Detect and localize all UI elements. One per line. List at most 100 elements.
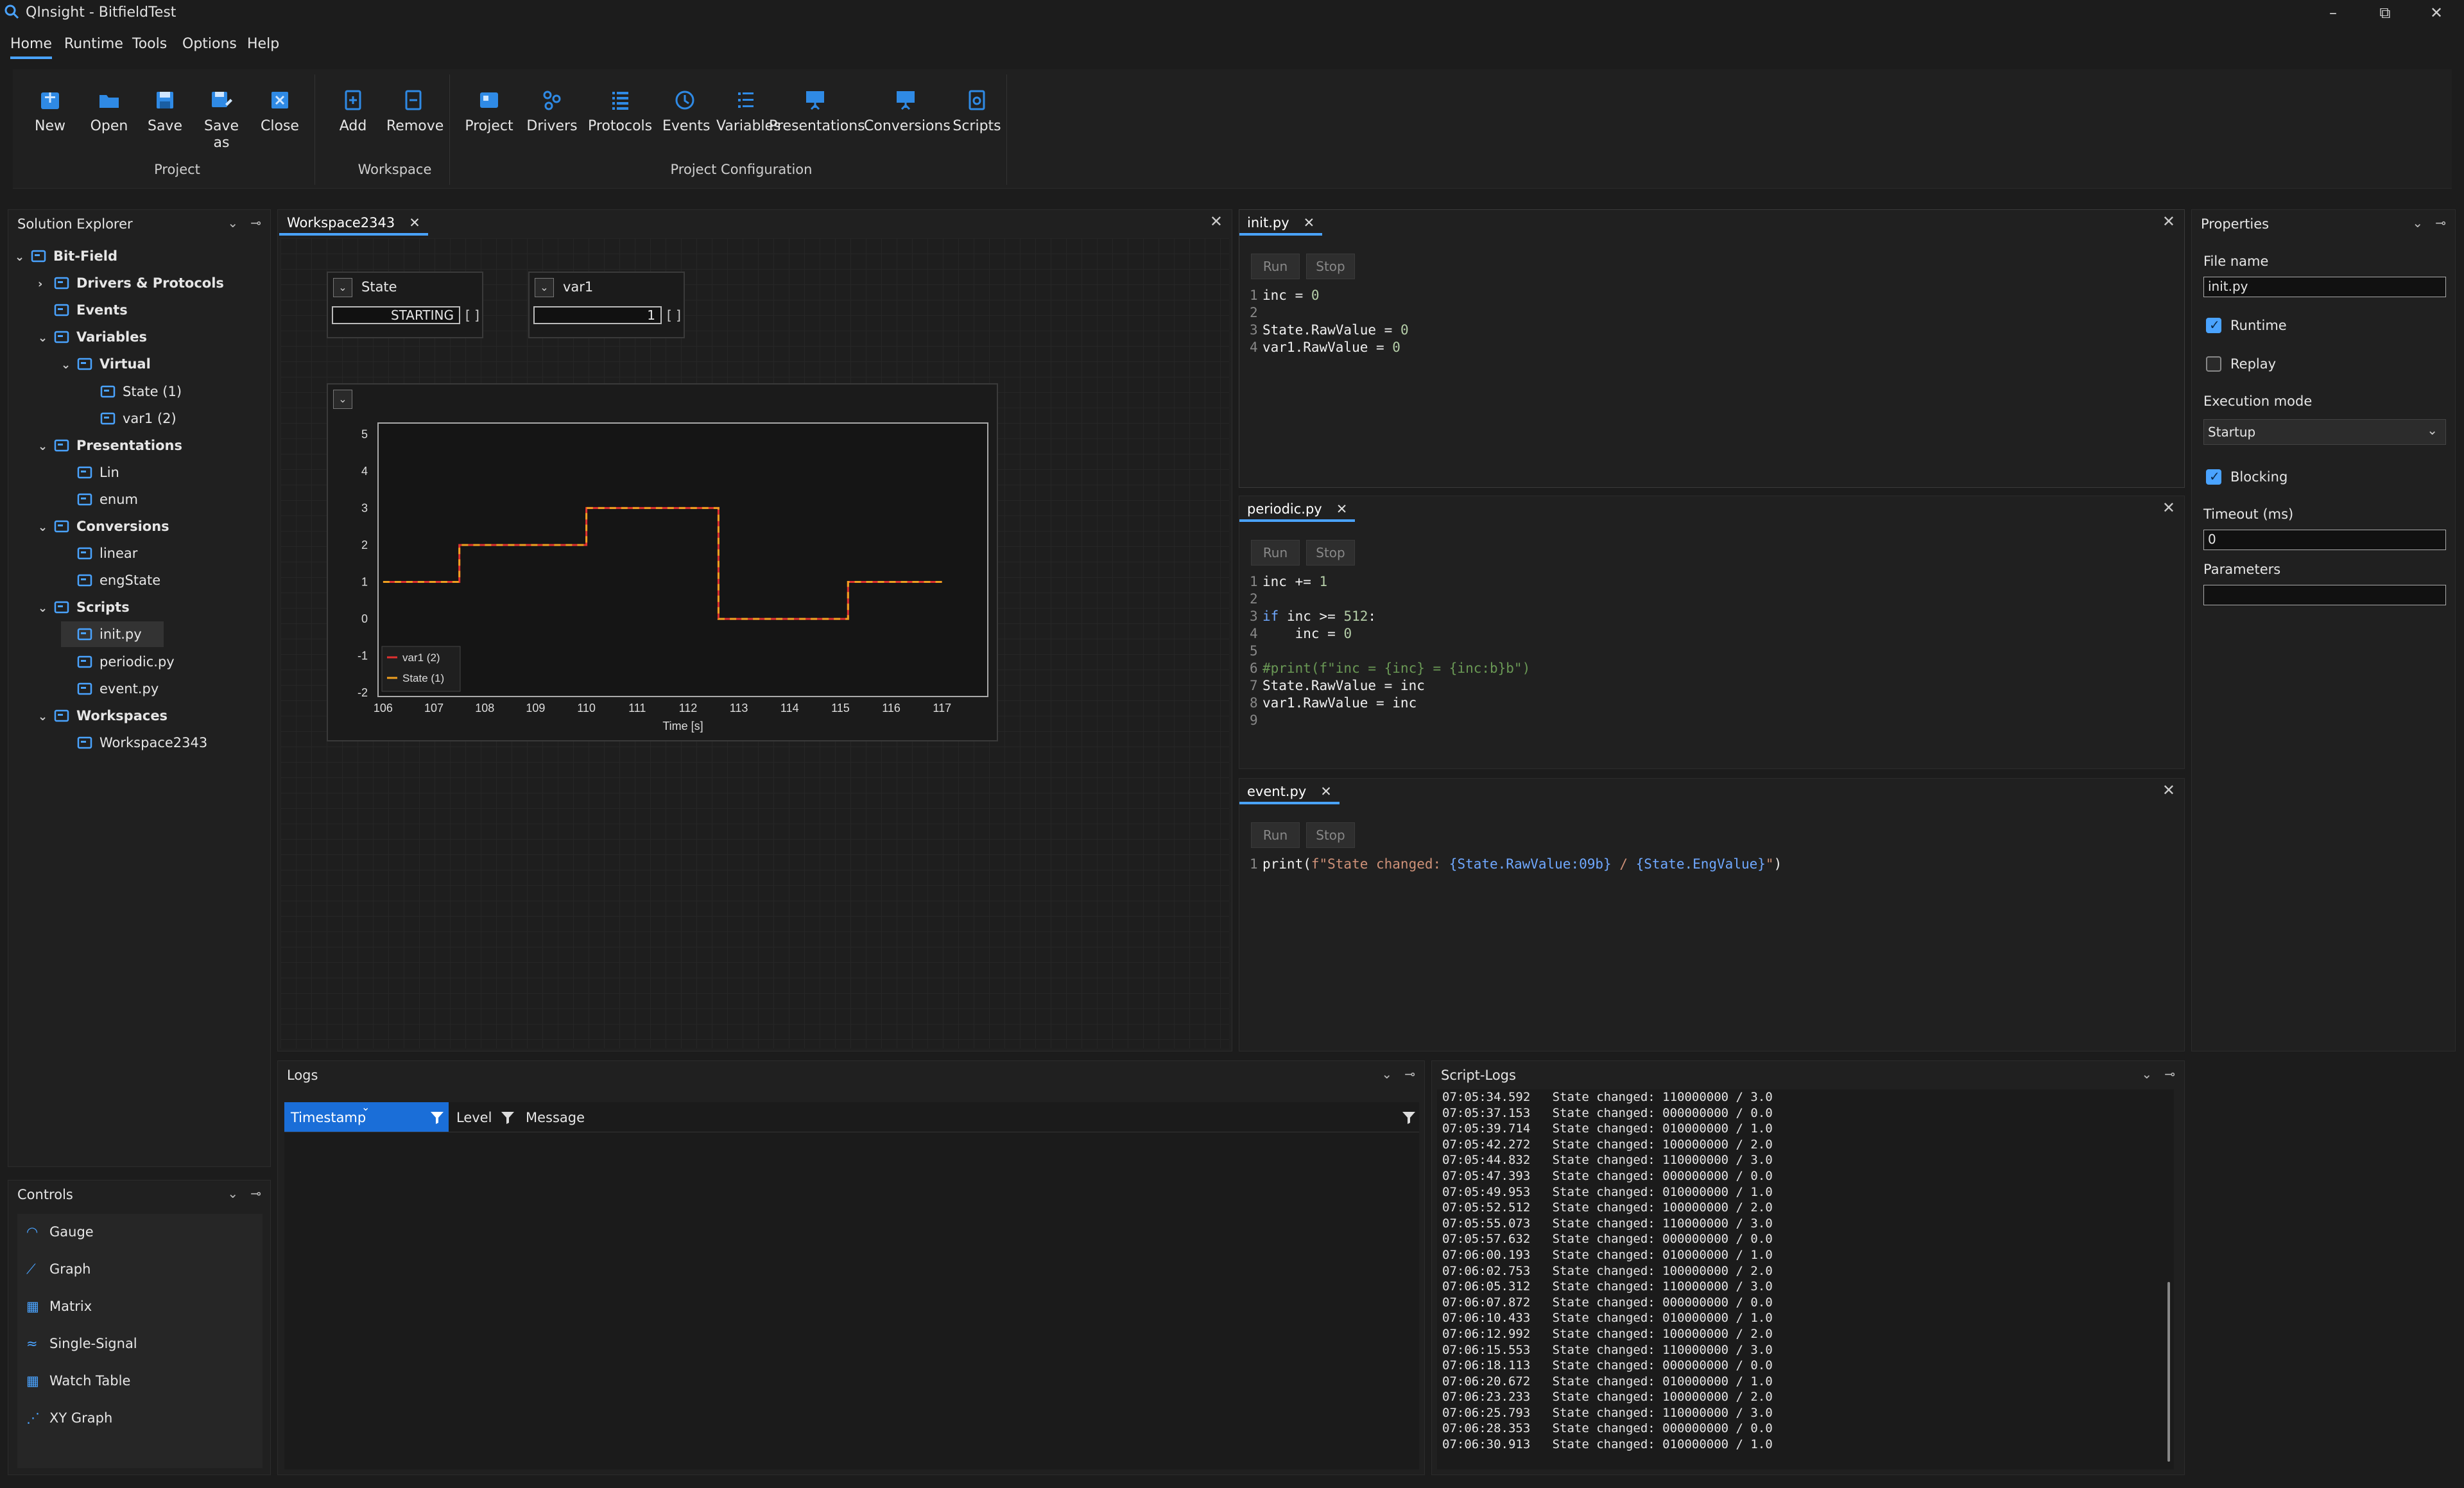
menu-options[interactable]: Options [182,30,237,59]
chevron-down-icon[interactable]: ⌄ [227,215,238,230]
tree-item-variables[interactable]: ⌄ Variables [38,324,147,350]
scripts-button[interactable]: Scripts [952,89,1001,134]
tree-item-virtual[interactable]: ⌄ Virtual [61,351,151,377]
pin-icon[interactable]: ⊸ [2164,1066,2175,1082]
chevron-right-icon[interactable]: › [38,272,53,297]
filter-icon[interactable] [500,1110,515,1125]
close-panel-icon[interactable]: ✕ [1210,212,1223,230]
tree-item-periodic-py[interactable]: periodic.py [61,649,175,675]
minimize-button[interactable]: – [2314,0,2352,26]
variables-button[interactable]: Variables [716,89,781,134]
close-panel-icon[interactable]: ✕ [2162,781,2175,799]
stop-button[interactable]: Stop [1306,540,1355,566]
chevron-down-icon[interactable]: ⌄ [2412,215,2423,230]
tree-item-conversions[interactable]: ⌄ Conversions [38,514,169,539]
run-button[interactable]: Run [1251,540,1300,566]
protocols-button[interactable]: Protocols [588,89,652,134]
scrollbar-thumb[interactable] [2167,1282,2170,1462]
tree-item-workspace2343[interactable]: Workspace2343 [61,730,207,756]
remove-workspace-button[interactable]: Remove [386,89,444,134]
project-config-button[interactable]: Project [463,89,515,134]
close-tab-icon[interactable]: ✕ [1336,501,1348,517]
script-log-output[interactable]: 07:05:34.592 State changed: 110000000 / … [1437,1089,2174,1469]
execution-mode-select[interactable]: Startup ⌄ [2203,419,2446,445]
control-xy-graph[interactable]: ⋰ XY Graph [26,1405,112,1431]
message-column-header[interactable]: Message [526,1110,585,1125]
tree-item-events[interactable]: Events [38,297,128,323]
close-panel-icon[interactable]: ✕ [2162,212,2175,230]
code-editor[interactable]: 1 inc = 0 2 3 State.RawValue = 0 4 var1.Raw… [1250,287,2174,480]
code-editor[interactable]: 1 inc += 1 2 3 if inc >= 512: 4 inc = 0 5 … [1250,573,2174,766]
open-button[interactable]: Open [87,89,131,134]
control-single-signal[interactable]: ≈ Single-Signal [26,1331,137,1356]
maximize-button[interactable]: ⧉ [2366,0,2404,26]
chevron-down-icon[interactable]: ⌄ [38,596,53,621]
tab-periodic-py[interactable]: periodic.py ✕ [1239,496,1356,522]
tab-event-py[interactable]: event.py ✕ [1239,779,1340,804]
menu-runtime[interactable]: Runtime [64,30,123,59]
menu-help[interactable]: Help [247,30,279,59]
tree-item-lin[interactable]: Lin [61,460,119,485]
pin-icon[interactable]: ⊸ [250,1186,261,1201]
chevron-down-icon[interactable]: ⌄ [535,278,554,297]
timeout-input[interactable]: 0 [2203,530,2446,550]
close-tab-icon[interactable]: ✕ [409,215,420,230]
level-column-header[interactable]: Level [456,1110,492,1125]
chevron-down-icon[interactable]: ⌄ [227,1186,238,1201]
replay-checkbox[interactable] [2206,356,2221,372]
chevron-down-icon[interactable]: ⌄ [38,515,53,541]
var1-widget[interactable]: ⌄ var1 1 [ ] [528,272,685,338]
tree-item-engstate[interactable]: engState [61,567,160,593]
chevron-down-icon[interactable]: ⌄ [38,325,53,351]
tree-item-drivers-protocols[interactable]: › Drivers & Protocols [38,270,224,296]
control-graph[interactable]: ⟋ Graph [26,1256,90,1282]
chevron-down-icon[interactable]: ⌄ [1381,1066,1392,1082]
pin-icon[interactable]: ⊸ [250,215,261,230]
run-button[interactable]: Run [1251,254,1300,279]
tree-item-var1-2[interactable]: var1 (2) [84,406,177,431]
tree-item-state-1[interactable]: State (1) [84,379,182,404]
tab-init-py[interactable]: init.py ✕ [1239,210,1323,236]
tree-item-init-py[interactable]: init.py [61,621,164,648]
file-name-input[interactable]: init.py [2203,277,2446,297]
chevron-down-icon[interactable]: ⌄ [38,434,53,460]
blocking-checkbox[interactable] [2206,469,2221,485]
parameters-input[interactable] [2203,585,2446,605]
stop-button[interactable]: Stop [1306,254,1355,279]
code-editor[interactable]: 1 print(f"State changed: {State.RawValue:… [1250,856,2174,1048]
control-gauge[interactable]: ◠ Gauge [26,1219,94,1245]
filter-icon[interactable] [429,1110,445,1125]
drivers-button[interactable]: Drivers [526,89,578,134]
state-widget[interactable]: ⌄ State STARTING [ ] [327,272,483,338]
save-as-button[interactable]: Save as [202,89,241,151]
save-button[interactable]: Save [145,89,185,134]
graph-widget[interactable]: ⌄ 106 107 108 109 110 111 112 113 114 115 116 117 5 4… [327,383,998,741]
presentations-button[interactable]: Presentations [769,89,865,134]
close-tab-icon[interactable]: ✕ [1304,215,1315,230]
conversions-button[interactable]: Conversions [864,89,951,134]
chevron-down-icon[interactable]: ⌄ [2141,1066,2152,1082]
tree-item-presentations[interactable]: ⌄ Presentations [38,433,182,458]
tree-item-bit-field[interactable]: ⌄ Bit-Field [15,243,117,269]
tree-item-linear[interactable]: linear [61,541,137,566]
tree-item-event-py[interactable]: event.py [61,676,159,702]
chevron-down-icon[interactable]: ⌄ [38,704,53,730]
close-project-button[interactable]: Close [259,89,300,134]
tree-item-enum[interactable]: enum [61,487,138,512]
events-button[interactable]: Events [662,89,711,134]
new-button[interactable]: New [31,89,69,134]
stop-button[interactable]: Stop [1306,822,1355,848]
control-watch-table[interactable]: ▦ Watch Table [26,1368,130,1394]
pin-icon[interactable]: ⊸ [2435,215,2446,230]
chevron-down-icon[interactable]: ⌄ [15,245,30,270]
pin-icon[interactable]: ⊸ [1404,1066,1415,1082]
tab-workspace2343[interactable]: Workspace2343 ✕ [279,210,428,236]
menu-tools[interactable]: Tools [132,30,167,59]
close-tab-icon[interactable]: ✕ [1320,784,1332,799]
run-button[interactable]: Run [1251,822,1300,848]
chevron-down-icon[interactable]: ⌄ [333,278,352,297]
close-window-button[interactable]: ✕ [2417,0,2456,26]
control-matrix[interactable]: ▦ Matrix [26,1293,92,1319]
filter-icon[interactable] [1401,1110,1417,1125]
add-workspace-button[interactable]: Add [334,89,372,134]
